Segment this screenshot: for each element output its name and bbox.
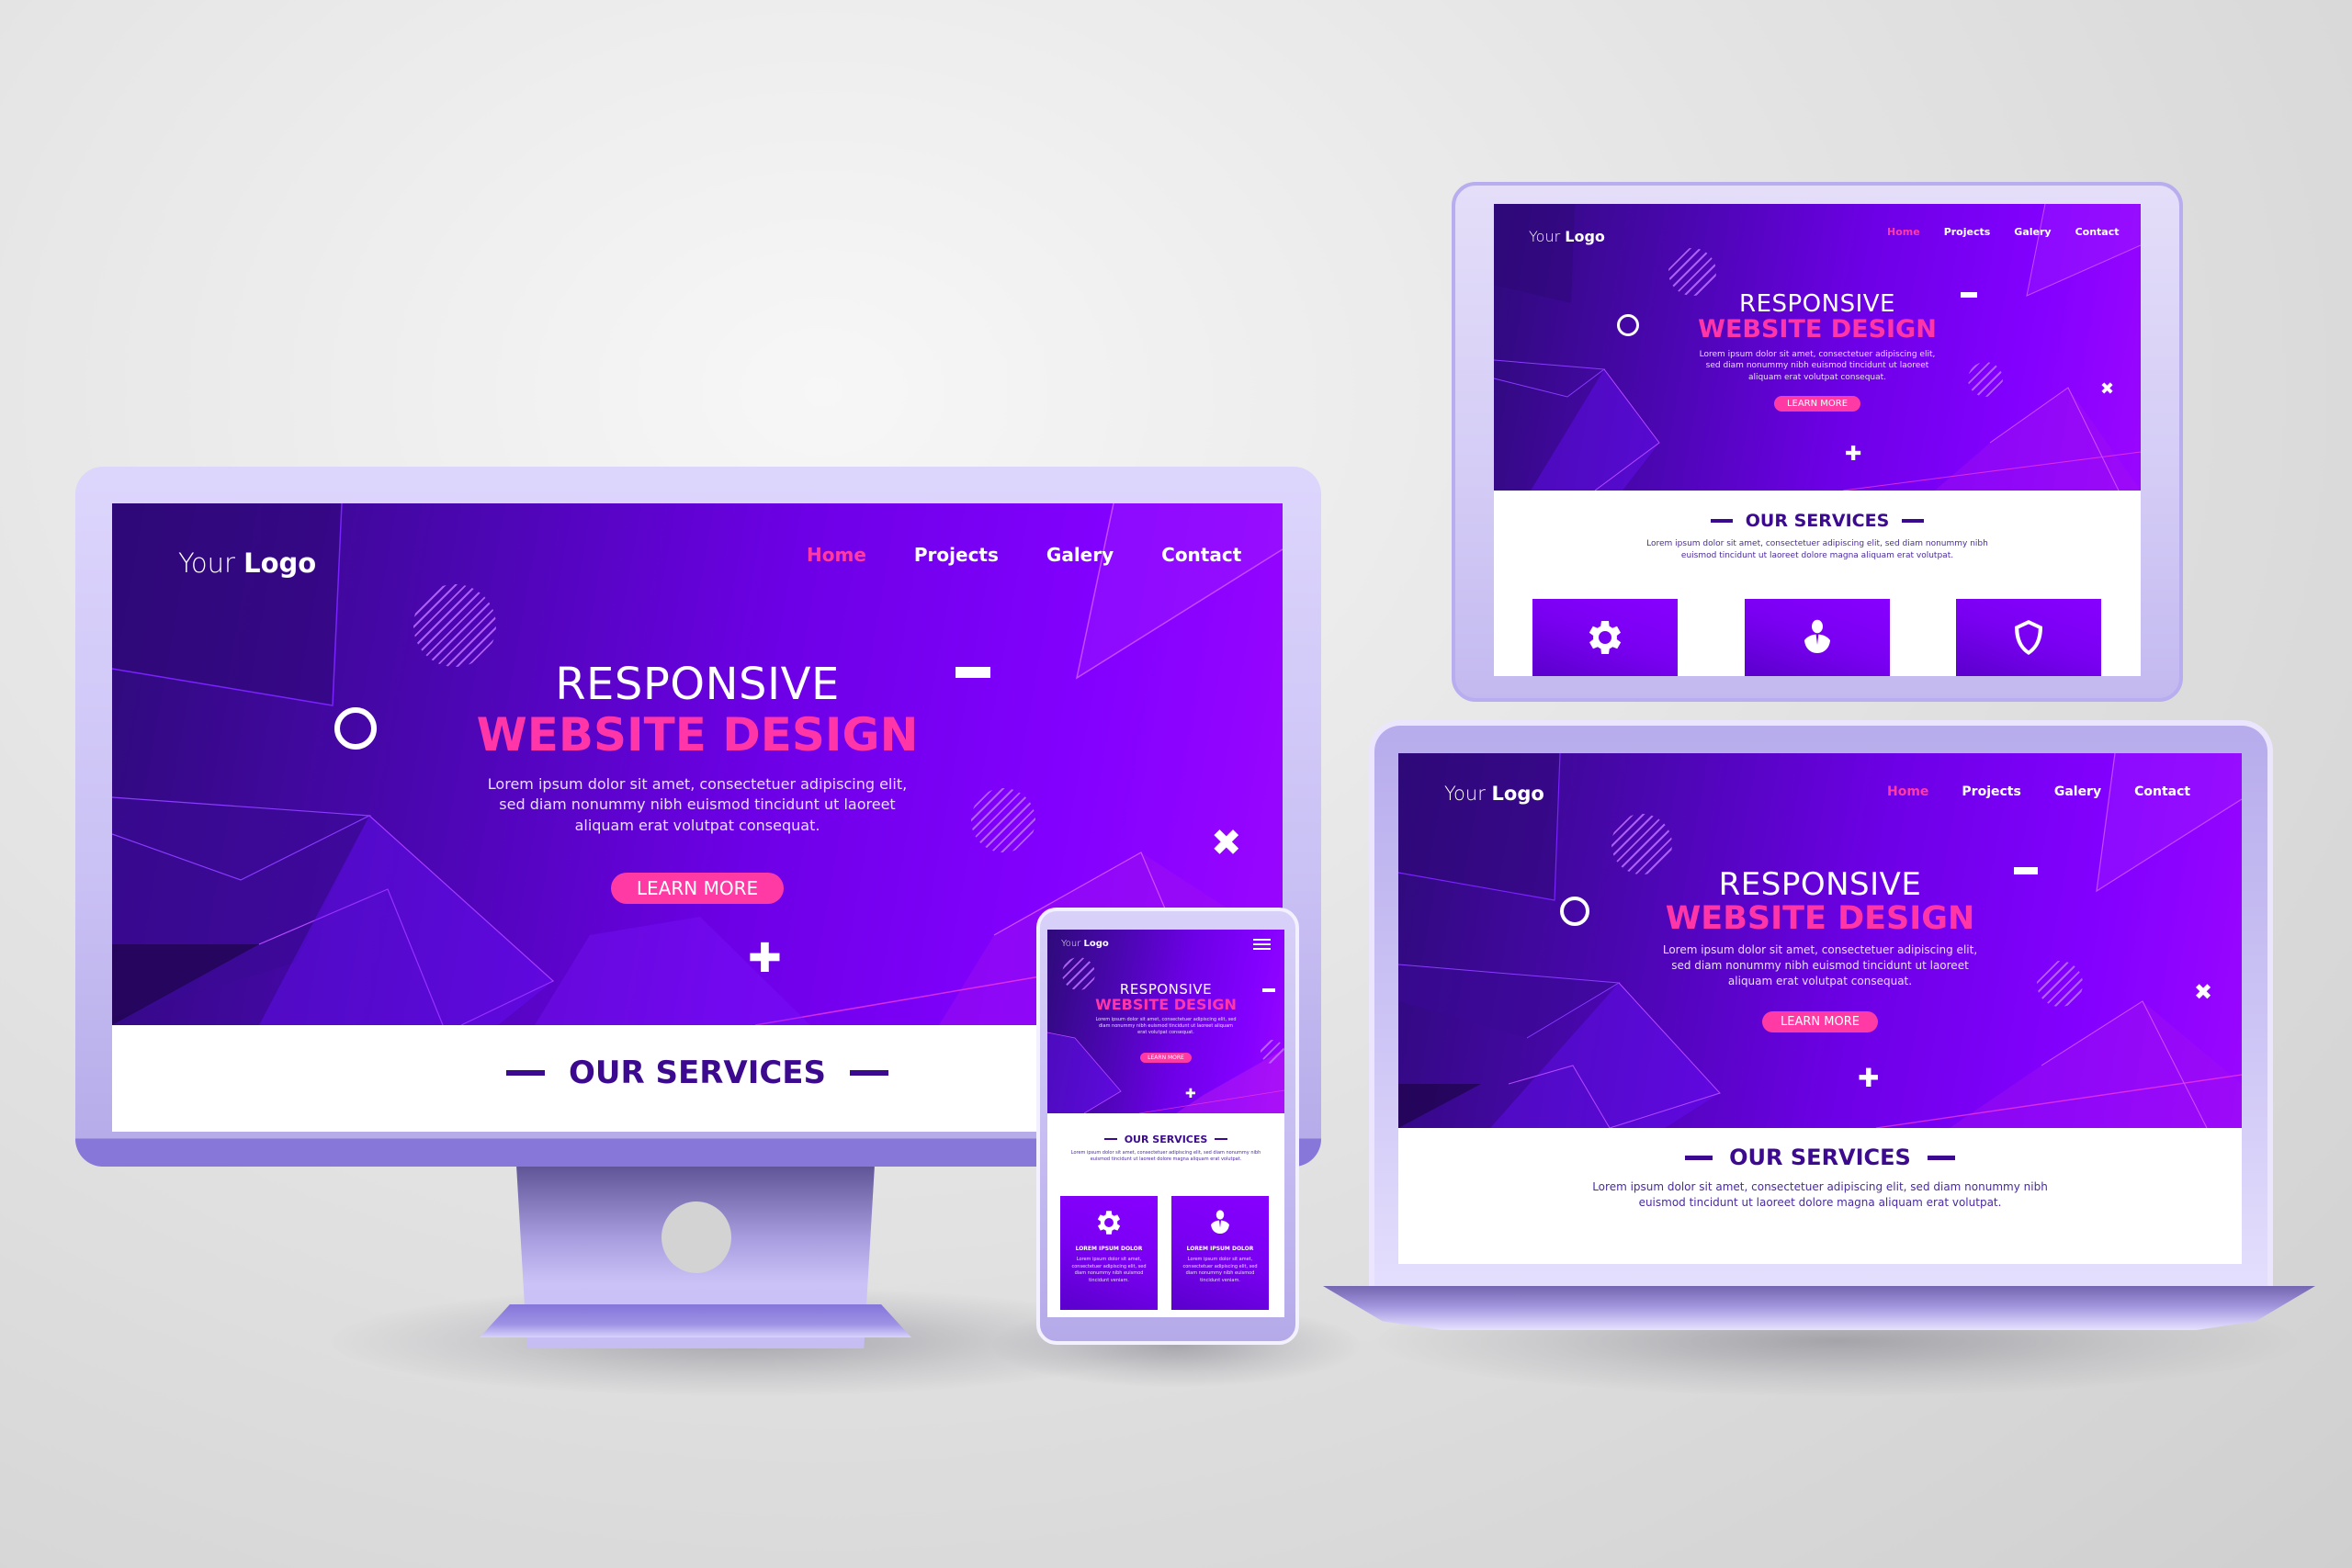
services-description: Lorem ipsum dolor sit amet, consectetuer… (1070, 1149, 1261, 1162)
services-section: OUR SERVICES Lorem ipsum dolor sit amet,… (1047, 1126, 1284, 1163)
hero-description: Lorem ipsum dolor sit amet, consectetuer… (1095, 1016, 1237, 1035)
services-title: OUR SERVICES (1685, 1145, 1955, 1170)
nav-galery[interactable]: Galery (2014, 226, 2051, 238)
title-dash (1215, 1138, 1228, 1140)
hatched-circle-decoration (1668, 248, 1716, 296)
hero-title-line2: WEBSITE DESIGN (1665, 899, 1975, 937)
nav-projects[interactable]: Projects (914, 544, 999, 566)
nav-contact[interactable]: Contact (2075, 226, 2120, 238)
nav-galery[interactable]: Galery (2054, 784, 2101, 799)
nav-home[interactable]: Home (1887, 226, 1920, 238)
nav-home[interactable]: Home (807, 544, 866, 566)
title-dash (1710, 519, 1733, 523)
laptop-screen: ✖ ✚ Your Logo Home Projects Galery Conta… (1398, 753, 2242, 1264)
services-section: OUR SERVICES Lorem ipsum dolor sit amet,… (1398, 1145, 2242, 1212)
learn-more-button[interactable]: LEARN MORE (1773, 396, 1861, 412)
site-logo[interactable]: Your Logo (1061, 939, 1109, 949)
hero-description: Lorem ipsum dolor sit amet, consectetuer… (1699, 349, 1936, 382)
plus-decoration: ✚ (1858, 1063, 1880, 1093)
hero-content: RESPONSIVE WEBSITE DESIGN Lorem ipsum do… (1398, 866, 2242, 1032)
hatched-circle-decoration (413, 584, 496, 667)
hero-description: Lorem ipsum dolor sit amet, consectetuer… (1662, 943, 1978, 988)
service-card-user[interactable] (1745, 599, 1890, 676)
hero-section: ✚ Your Logo RESPONSIVE WEBSITE DESIGN Lo… (1047, 930, 1284, 1113)
card-title: LOREM IPSUM DOLOR (1186, 1246, 1254, 1252)
card-text: Lorem ipsum dolor sit amet, consectetuer… (1071, 1257, 1147, 1283)
service-card-gear[interactable] (1532, 599, 1678, 676)
main-nav: Home Projects Galery Contact (1887, 226, 2120, 238)
learn-more-button[interactable]: LEARN MORE (1140, 1052, 1192, 1063)
shield-icon (2015, 620, 2042, 655)
service-card-shield[interactable] (1956, 599, 2101, 676)
learn-more-button[interactable]: LEARN MORE (1762, 1010, 1878, 1032)
site-logo[interactable]: Your Logo (1529, 228, 1605, 245)
hatched-circle-decoration (1611, 814, 1672, 874)
card-title: LOREM IPSUM DOLOR (1075, 1246, 1143, 1252)
laptop-base (1323, 1286, 2315, 1330)
learn-more-button[interactable]: LEARN MORE (610, 873, 785, 905)
tablet: ✖ ✚ Your Logo Home Projects Galery Conta… (1452, 182, 2183, 702)
monitor-stand-base (480, 1304, 911, 1337)
hero-section: ✖ ✚ Your Logo Home Projects Galery Conta… (1494, 204, 2141, 491)
card-text: Lorem ipsum dolor sit amet, consectetuer… (1182, 1257, 1258, 1283)
user-icon (1804, 619, 1830, 653)
nav-contact[interactable]: Contact (2134, 784, 2190, 799)
plus-decoration: ✚ (1185, 1087, 1196, 1101)
monitor-stand-hole (662, 1201, 731, 1273)
services-title: OUR SERVICES (505, 1055, 889, 1091)
hero-description: Lorem ipsum dolor sit amet, consectetuer… (487, 774, 908, 834)
hero-title-line2: WEBSITE DESIGN (1698, 315, 1937, 344)
nav-galery[interactable]: Galery (1046, 544, 1114, 566)
hamburger-menu-icon[interactable] (1253, 939, 1271, 950)
hero-title-line1: RESPONSIVE (555, 659, 840, 710)
title-dash (505, 1070, 545, 1076)
hero-section: ✖ ✚ Your Logo Home Projects Galery Conta… (1398, 753, 2242, 1128)
laptop: ✖ ✚ Your Logo Home Projects Galery Conta… (1323, 718, 2315, 1330)
title-dash (1902, 519, 1925, 523)
nav-projects[interactable]: Projects (1962, 784, 2020, 799)
gear-icon (1097, 1211, 1121, 1235)
service-card-user[interactable]: LOREM IPSUM DOLOR Lorem ipsum dolor sit … (1171, 1196, 1269, 1310)
services-description: Lorem ipsum dolor sit amet, consectetuer… (1592, 1180, 2048, 1210)
nav-contact[interactable]: Contact (1161, 544, 1241, 566)
hero-title-line2: WEBSITE DESIGN (1095, 995, 1237, 1013)
title-dash (1103, 1138, 1117, 1140)
nav-home[interactable]: Home (1887, 784, 1928, 799)
service-card-gear[interactable]: LOREM IPSUM DOLOR Lorem ipsum dolor sit … (1060, 1196, 1158, 1310)
phone-screen: ✚ Your Logo RESPONSIVE WEBSITE DESIGN Lo… (1047, 930, 1284, 1317)
title-dash (850, 1070, 889, 1076)
hero-content: RESPONSIVE WEBSITE DESIGN Lorem ipsum do… (1047, 982, 1284, 1063)
gear-icon (1589, 621, 1622, 654)
services-description: Lorem ipsum dolor sit amet, consectetuer… (1646, 539, 1988, 561)
nav-projects[interactable]: Projects (1944, 226, 1991, 238)
services-section: OUR SERVICES Lorem ipsum dolor sit amet,… (1494, 509, 2141, 562)
services-title: OUR SERVICES (1710, 511, 1925, 531)
plus-decoration: ✚ (748, 935, 782, 982)
title-dash (1927, 1155, 1955, 1160)
tablet-screen: ✖ ✚ Your Logo Home Projects Galery Conta… (1494, 204, 2141, 676)
hero-title-line2: WEBSITE DESIGN (476, 708, 919, 762)
site-logo[interactable]: Your Logo (1444, 783, 1544, 805)
hero-title-line1: RESPONSIVE (1739, 290, 1895, 318)
hero-content: RESPONSIVE WEBSITE DESIGN Lorem ipsum do… (112, 659, 1283, 905)
mobile-phone: ✚ Your Logo RESPONSIVE WEBSITE DESIGN Lo… (1036, 908, 1299, 1345)
main-nav: Home Projects Galery Contact (807, 544, 1241, 566)
hero-title-line1: RESPONSIVE (1718, 866, 1922, 903)
services-title: OUR SERVICES (1103, 1134, 1228, 1145)
user-icon (1211, 1210, 1229, 1235)
main-nav: Home Projects Galery Contact (1887, 784, 2190, 799)
title-dash (1685, 1155, 1713, 1160)
plus-decoration: ✚ (1845, 443, 1862, 466)
site-logo[interactable]: Your Logo (178, 547, 316, 579)
hero-content: RESPONSIVE WEBSITE DESIGN Lorem ipsum do… (1494, 290, 2141, 412)
